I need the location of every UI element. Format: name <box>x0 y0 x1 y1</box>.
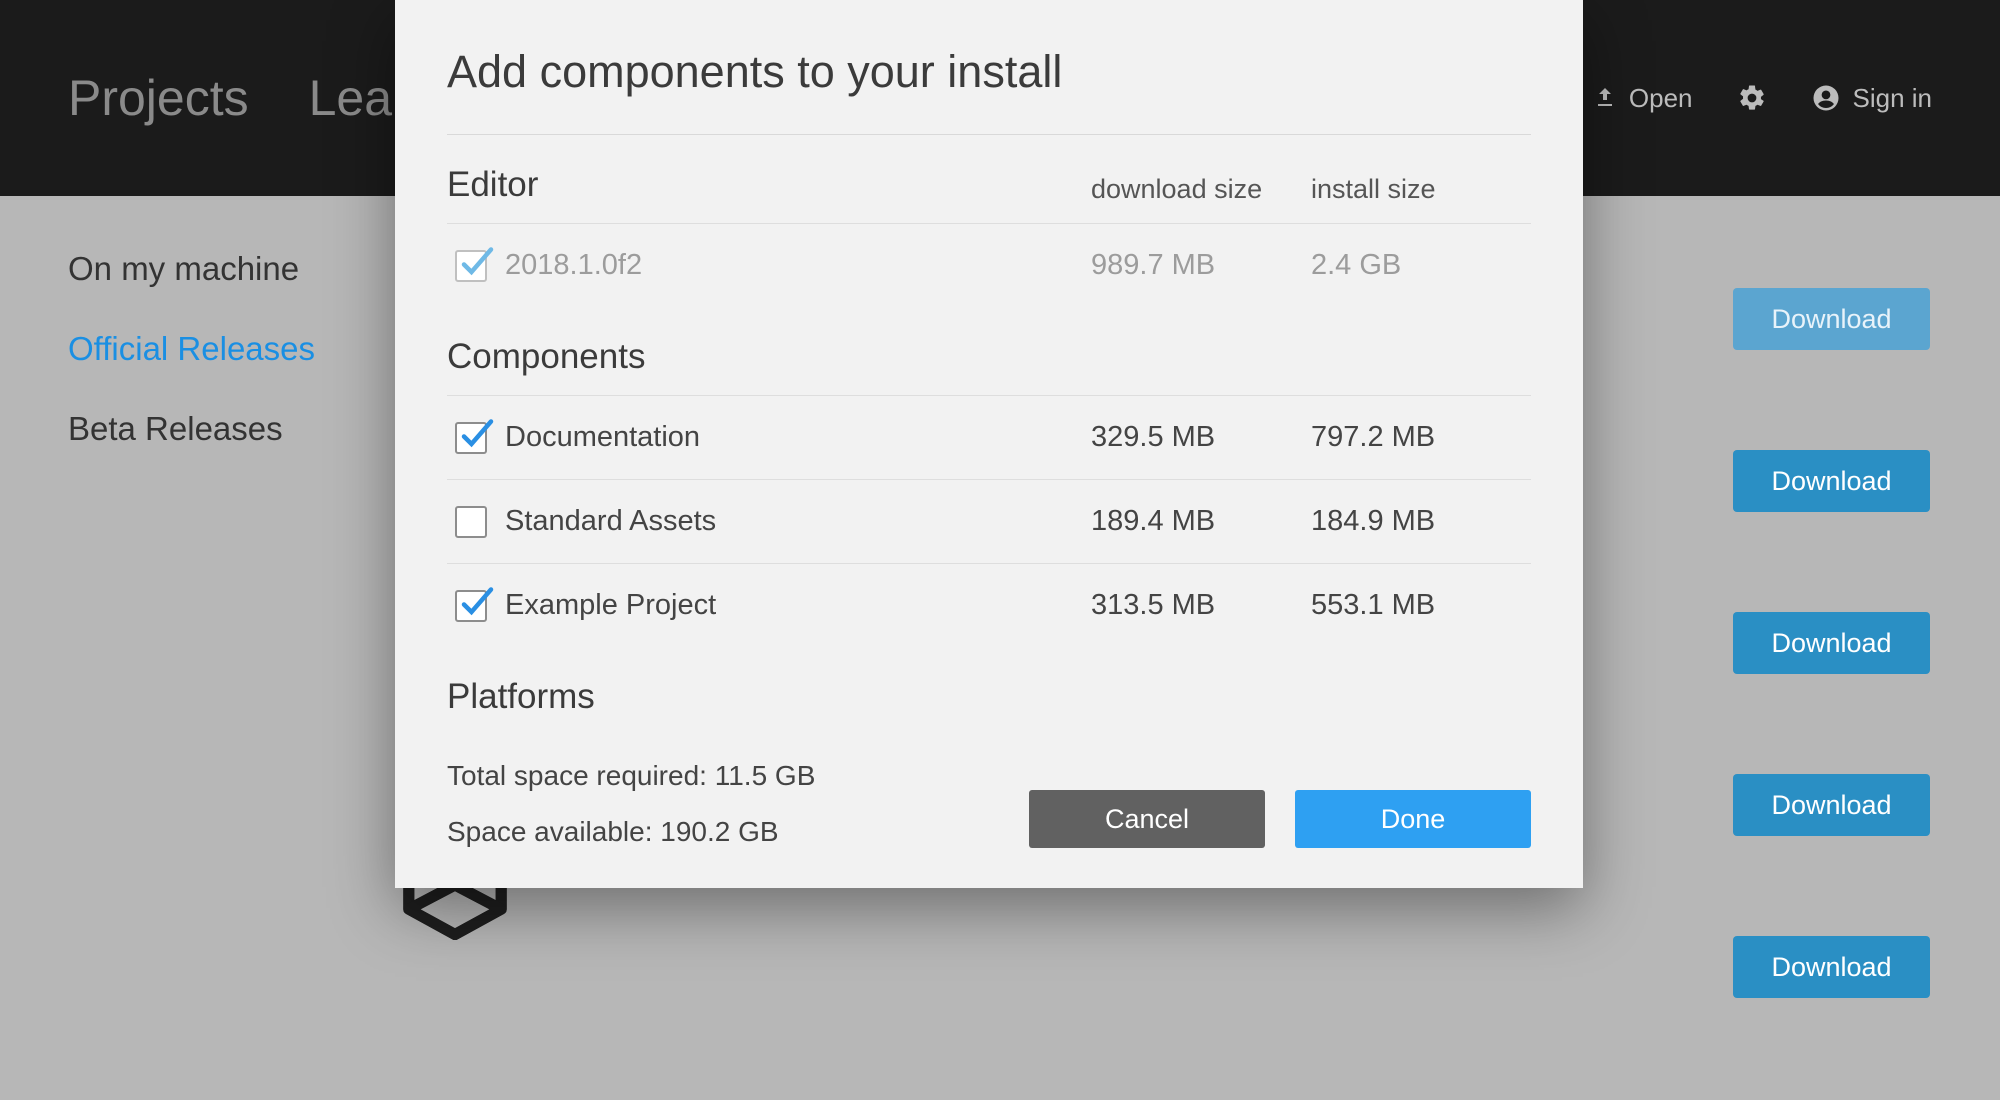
component-download-size: 329.5 MB <box>1091 421 1311 454</box>
sidebar-item-beta-releases[interactable]: Beta Releases <box>68 410 315 448</box>
editor-checkbox <box>455 250 487 282</box>
topbar-tabs: Projects Lea <box>68 69 392 127</box>
component-row-documentation: Documentation 329.5 MB 797.2 MB <box>447 395 1531 479</box>
download-button[interactable]: Download <box>1733 612 1930 674</box>
component-install-size: 184.9 MB <box>1311 505 1531 538</box>
component-download-size: 313.5 MB <box>1091 589 1311 622</box>
component-download-size: 189.4 MB <box>1091 505 1311 538</box>
upload-icon <box>1593 86 1617 110</box>
modal-footer: Total space required: 11.5 GB Space avai… <box>447 760 1531 848</box>
editor-section-header: Editor download size install size <box>447 135 1531 223</box>
editor-version: 2018.1.0f2 <box>505 249 642 282</box>
component-install-size: 553.1 MB <box>1311 589 1531 622</box>
column-header-download-size: download size <box>1091 174 1311 205</box>
component-install-size: 797.2 MB <box>1311 421 1531 454</box>
add-components-modal: Add components to your install Editor do… <box>395 0 1583 888</box>
component-checkbox-standard-assets[interactable] <box>455 506 487 538</box>
section-title-editor: Editor <box>447 165 1091 205</box>
open-button[interactable]: Open <box>1593 83 1693 114</box>
modal-title: Add components to your install <box>447 46 1531 135</box>
component-checkbox-example-project[interactable] <box>455 590 487 622</box>
editor-download-size: 989.7 MB <box>1091 249 1311 282</box>
space-available-value: 190.2 GB <box>660 816 778 847</box>
signin-label: Sign in <box>1853 83 1933 114</box>
space-available-label: Space available: <box>447 816 652 847</box>
open-label: Open <box>1629 83 1693 114</box>
column-header-install-size: install size <box>1311 174 1531 205</box>
download-button-column: Download Download Download Download Down… <box>1733 288 1930 998</box>
signin-button[interactable]: Sign in <box>1811 83 1933 114</box>
component-label: Standard Assets <box>505 505 716 538</box>
account-icon <box>1811 83 1841 113</box>
component-label: Example Project <box>505 589 716 622</box>
section-title-platforms: Platforms <box>447 647 1531 725</box>
editor-row: 2018.1.0f2 989.7 MB 2.4 GB <box>447 223 1531 307</box>
cancel-button[interactable]: Cancel <box>1029 790 1265 848</box>
topbar-right: Open Sign in <box>1593 83 1932 114</box>
section-title-components: Components <box>447 307 1531 395</box>
component-row-example-project: Example Project 313.5 MB 553.1 MB <box>447 563 1531 647</box>
checkmark-icon <box>458 417 494 453</box>
settings-button[interactable] <box>1737 83 1767 113</box>
checkmark-icon <box>458 245 494 281</box>
download-button[interactable]: Download <box>1733 936 1930 998</box>
download-button[interactable]: Download <box>1733 774 1930 836</box>
sidebar: On my machine Official Releases Beta Rel… <box>68 250 315 448</box>
space-info: Total space required: 11.5 GB Space avai… <box>447 760 815 848</box>
tab-learn-partial[interactable]: Lea <box>309 69 392 127</box>
gear-icon <box>1737 83 1767 113</box>
sidebar-item-official-releases[interactable]: Official Releases <box>68 330 315 368</box>
checkmark-icon <box>458 585 494 621</box>
total-space-value: 11.5 GB <box>715 760 816 791</box>
component-row-standard-assets: Standard Assets 189.4 MB 184.9 MB <box>447 479 1531 563</box>
done-button[interactable]: Done <box>1295 790 1531 848</box>
component-label: Documentation <box>505 421 700 454</box>
editor-install-size: 2.4 GB <box>1311 249 1531 282</box>
tab-projects[interactable]: Projects <box>68 69 249 127</box>
download-button[interactable]: Download <box>1733 288 1930 350</box>
component-checkbox-documentation[interactable] <box>455 422 487 454</box>
total-space-label: Total space required: <box>447 760 707 791</box>
sidebar-item-on-my-machine[interactable]: On my machine <box>68 250 315 288</box>
download-button[interactable]: Download <box>1733 450 1930 512</box>
